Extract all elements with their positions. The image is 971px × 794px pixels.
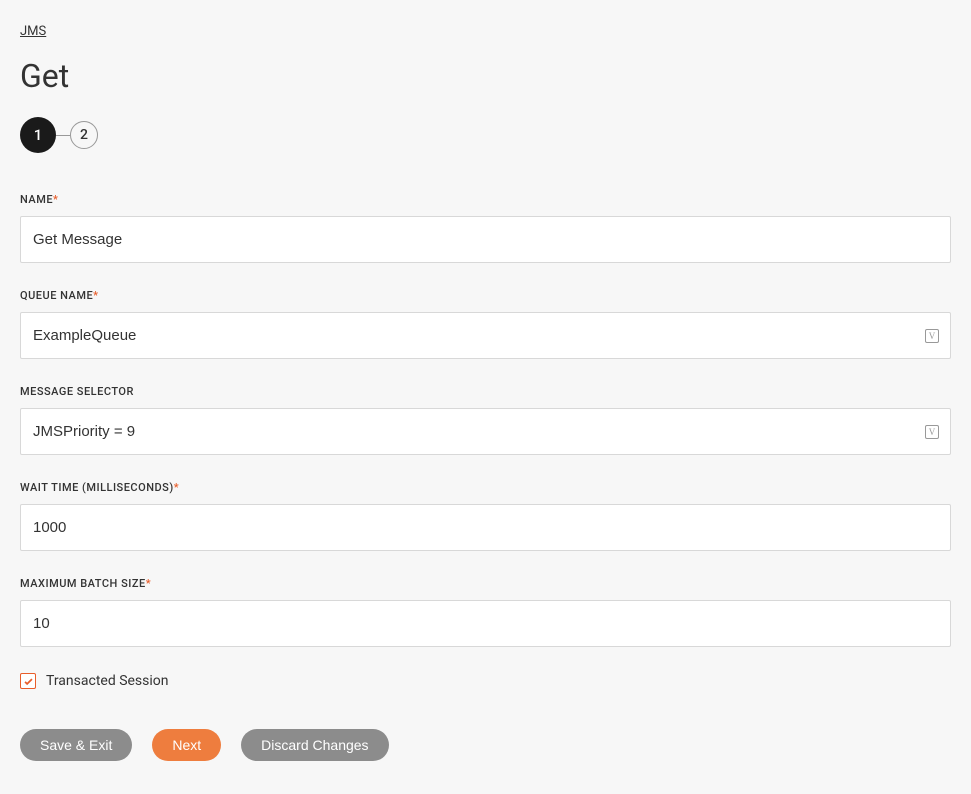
- button-row: Save & Exit Next Discard Changes: [20, 729, 951, 761]
- transacted-session-checkbox[interactable]: [20, 673, 36, 689]
- label-max-batch-size-text: MAXIMUM BATCH SIZE: [20, 577, 146, 590]
- check-icon: [23, 676, 34, 687]
- message-selector-input[interactable]: [20, 408, 951, 455]
- max-batch-size-input[interactable]: [20, 600, 951, 647]
- name-input[interactable]: [20, 216, 951, 263]
- required-indicator: *: [93, 289, 98, 302]
- step-connector: [56, 135, 70, 136]
- input-wrapper: V: [20, 408, 951, 455]
- breadcrumb-jms[interactable]: JMS: [20, 24, 46, 39]
- transacted-session-label[interactable]: Transacted Session: [46, 673, 169, 689]
- step-1[interactable]: 1: [20, 117, 56, 153]
- label-message-selector: MESSAGE SELECTOR: [20, 385, 951, 398]
- label-wait-time: WAIT TIME (MILLISECONDS)*: [20, 481, 951, 494]
- label-queue-name: QUEUE NAME*: [20, 289, 951, 302]
- form-group-max-batch-size: MAXIMUM BATCH SIZE*: [20, 577, 951, 647]
- wait-time-input[interactable]: [20, 504, 951, 551]
- page-title: Get: [20, 57, 951, 95]
- label-name-text: NAME: [20, 193, 53, 206]
- checkbox-group-transacted: Transacted Session: [20, 673, 951, 689]
- form-group-wait-time: WAIT TIME (MILLISECONDS)*: [20, 481, 951, 551]
- save-exit-button[interactable]: Save & Exit: [20, 729, 132, 761]
- step-2[interactable]: 2: [70, 121, 98, 149]
- required-indicator: *: [53, 193, 58, 206]
- label-name: NAME*: [20, 193, 951, 206]
- label-max-batch-size: MAXIMUM BATCH SIZE*: [20, 577, 951, 590]
- label-message-selector-text: MESSAGE SELECTOR: [20, 385, 134, 398]
- form-group-name: NAME*: [20, 193, 951, 263]
- input-wrapper: V: [20, 312, 951, 359]
- queue-name-input[interactable]: [20, 312, 951, 359]
- variable-icon[interactable]: V: [925, 329, 939, 343]
- next-button[interactable]: Next: [152, 729, 221, 761]
- stepper: 1 2: [20, 117, 951, 153]
- discard-changes-button[interactable]: Discard Changes: [241, 729, 388, 761]
- variable-icon[interactable]: V: [925, 425, 939, 439]
- required-indicator: *: [146, 577, 151, 590]
- label-queue-name-text: QUEUE NAME: [20, 289, 93, 302]
- form-group-message-selector: MESSAGE SELECTOR V: [20, 385, 951, 455]
- required-indicator: *: [174, 481, 179, 494]
- label-wait-time-text: WAIT TIME (MILLISECONDS): [20, 481, 174, 494]
- form-group-queue-name: QUEUE NAME* V: [20, 289, 951, 359]
